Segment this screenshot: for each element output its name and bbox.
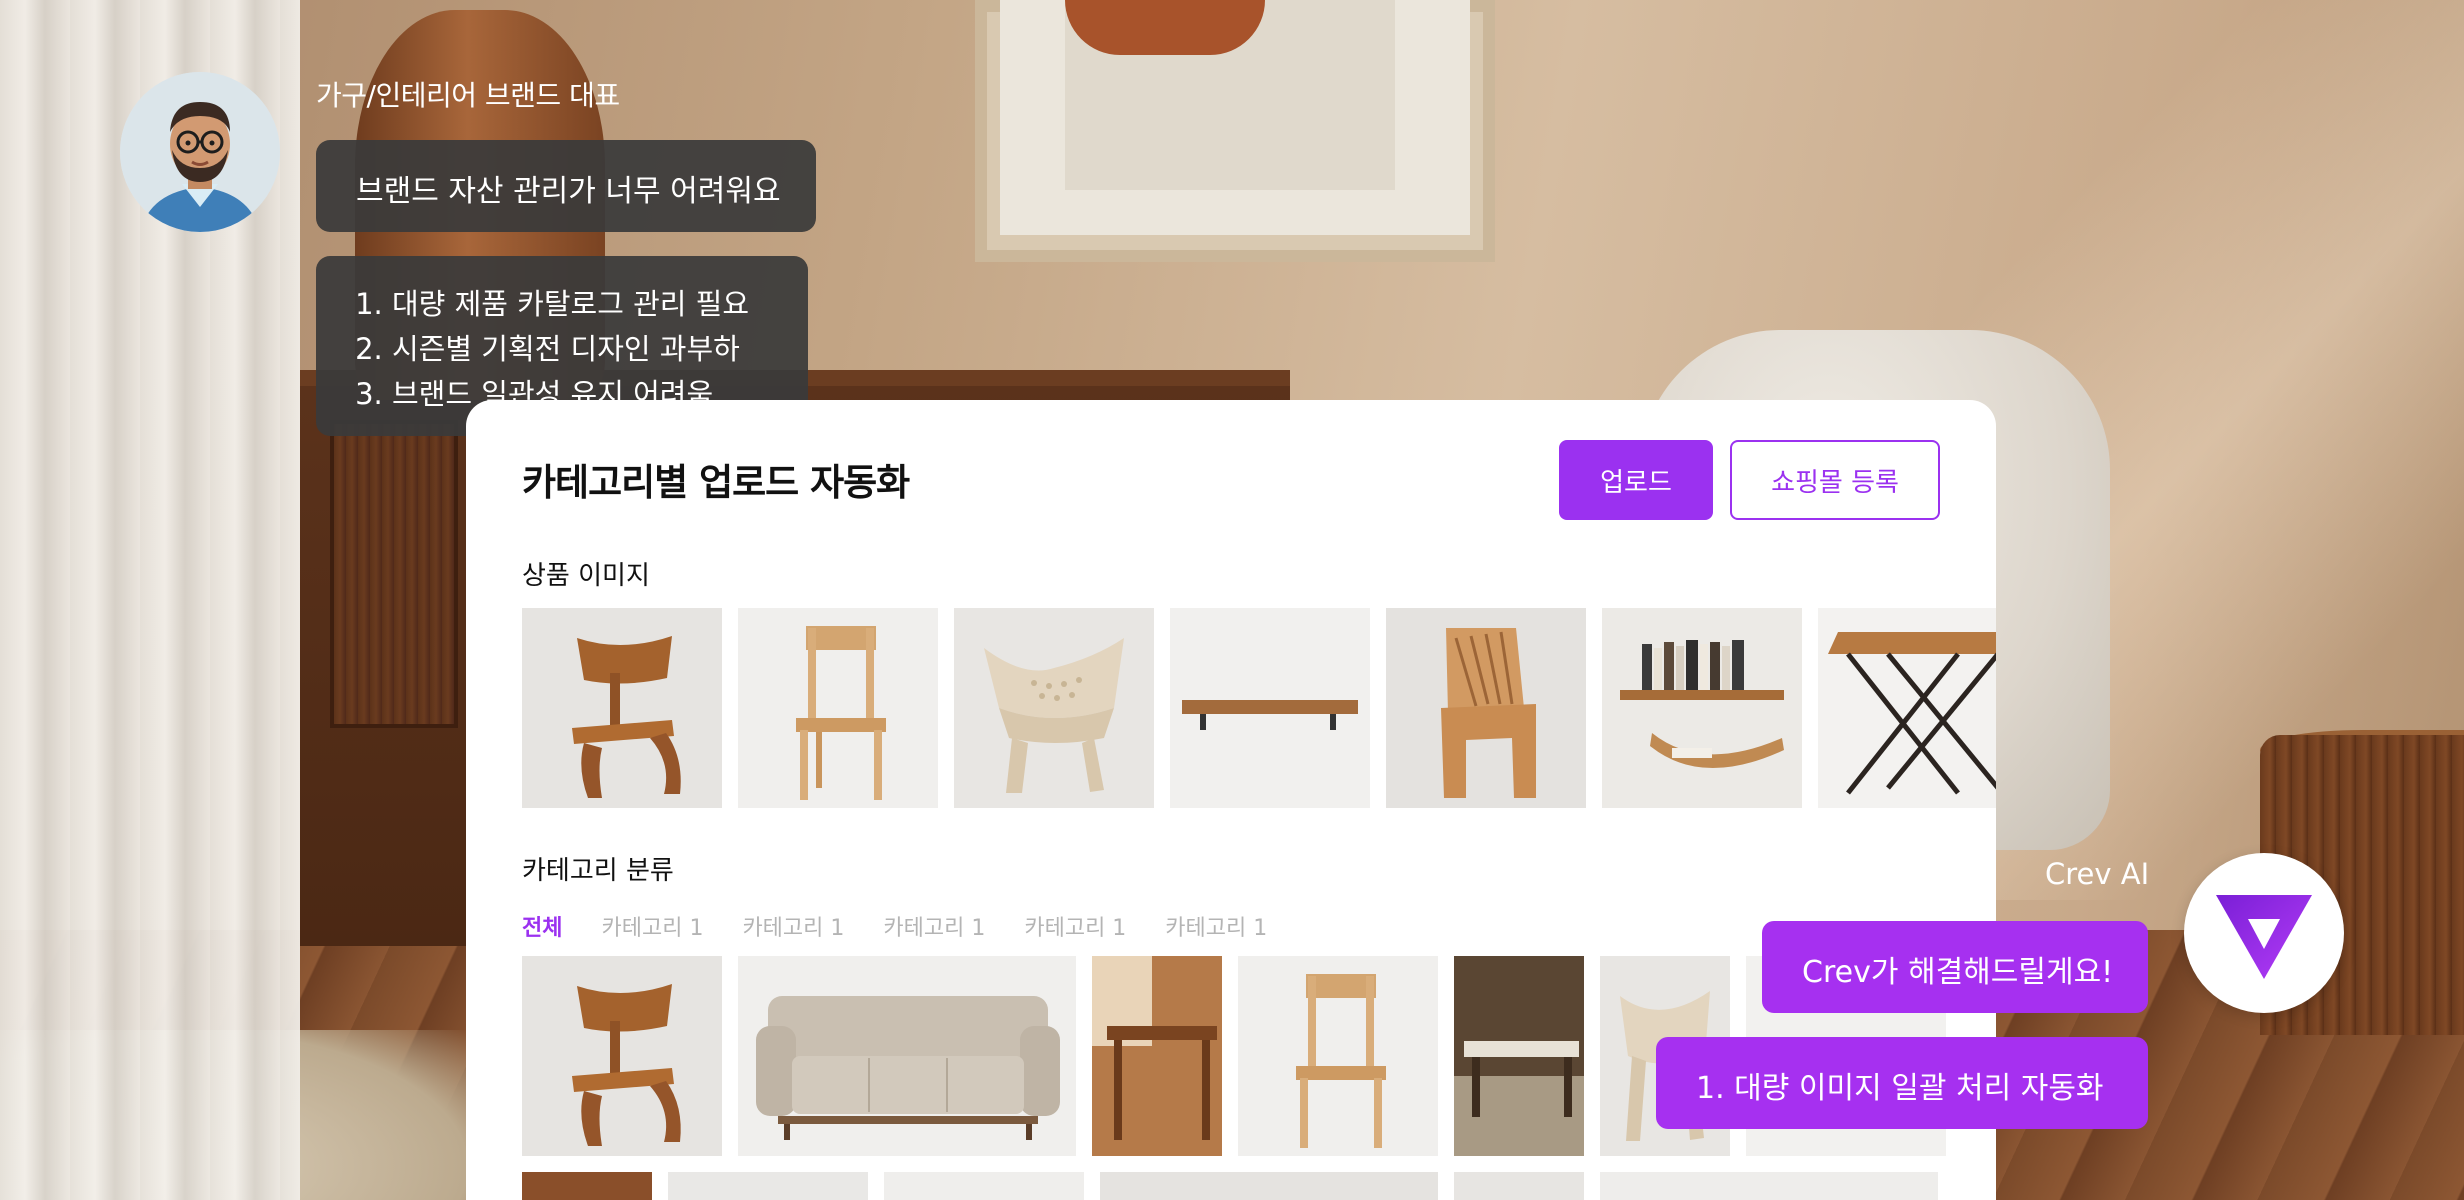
tab-all[interactable]: 전체 <box>522 910 562 942</box>
grid-thumb-wood-chair[interactable] <box>522 956 722 1156</box>
product-thumb-geo-chair[interactable] <box>1386 608 1586 808</box>
grid-thumb-row2[interactable] <box>1454 1172 1584 1200</box>
product-thumb-folding-table[interactable] <box>1818 608 1996 808</box>
category-tabs: 전체 카테고리 1 카테고리 1 카테고리 1 카테고리 1 카테고리 1 <box>522 910 1299 942</box>
register-shop-button[interactable]: 쇼핑몰 등록 <box>1730 440 1940 520</box>
grid-thumb-side-table[interactable] <box>1092 956 1222 1156</box>
grid-thumb-sofa[interactable] <box>738 956 1076 1156</box>
cabinet-door <box>330 420 458 728</box>
ai-message-bubble: Crev가 해결해드릴게요! <box>1762 921 2148 1013</box>
pain-headline-bubble: 브랜드 자산 관리가 너무 어려워요 <box>316 140 816 232</box>
grid-thumb-row2[interactable] <box>1100 1172 1438 1200</box>
pain-point: 대량 제품 카탈로그 관리 필요 <box>392 282 768 327</box>
crev-logo <box>2184 853 2344 1013</box>
tab-category[interactable]: 카테고리 1 <box>1024 910 1126 942</box>
grid-thumb-row2[interactable] <box>668 1172 868 1200</box>
ai-solution-bubble: 1. 대량 이미지 일괄 처리 자동화 <box>1656 1037 2148 1129</box>
crev-logo-icon <box>2216 895 2312 979</box>
grid-thumb-row2[interactable] <box>522 1172 652 1200</box>
tab-category[interactable]: 카테고리 1 <box>1165 910 1267 942</box>
pain-point: 시즌별 기획전 디자인 과부하 <box>392 327 768 372</box>
ai-name: Crev AI <box>2045 857 2150 891</box>
product-thumb-wood-chair[interactable] <box>522 608 722 808</box>
wall-art-shape <box>1065 0 1265 55</box>
persona-name: 가구/인테리어 브랜드 대표 <box>316 79 620 112</box>
man-avatar-icon <box>120 72 280 232</box>
tab-category[interactable]: 카테고리 1 <box>742 910 844 942</box>
solution-number: 1. <box>1696 1071 1735 1106</box>
product-thumb-cream-chair[interactable] <box>954 608 1154 808</box>
tab-category[interactable]: 카테고리 1 <box>601 910 703 942</box>
product-thumb-wall-shelf[interactable] <box>1170 608 1370 808</box>
grid-thumb-outdoor-table[interactable] <box>1454 956 1584 1156</box>
pain-points-list: 대량 제품 카탈로그 관리 필요 시즌별 기획전 디자인 과부하 브랜드 일관성… <box>356 282 768 417</box>
tab-category[interactable]: 카테고리 1 <box>883 910 985 942</box>
persona-avatar <box>120 72 280 232</box>
solution-text: 대량 이미지 일괄 처리 자동화 <box>1734 1071 2104 1106</box>
product-thumb-light-chair[interactable] <box>738 608 938 808</box>
grid-thumb-light-chair[interactable] <box>1238 956 1438 1156</box>
product-images-label: 상품 이미지 <box>522 561 650 591</box>
product-thumb-book-shelf[interactable] <box>1602 608 1802 808</box>
grid-thumb-row2[interactable] <box>1600 1172 1938 1200</box>
grid-thumb-row2[interactable] <box>884 1172 1084 1200</box>
card-title: 카테고리별 업로드 자동화 <box>522 461 910 504</box>
upload-button[interactable]: 업로드 <box>1559 440 1713 520</box>
category-classification-label: 카테고리 분류 <box>522 856 674 886</box>
